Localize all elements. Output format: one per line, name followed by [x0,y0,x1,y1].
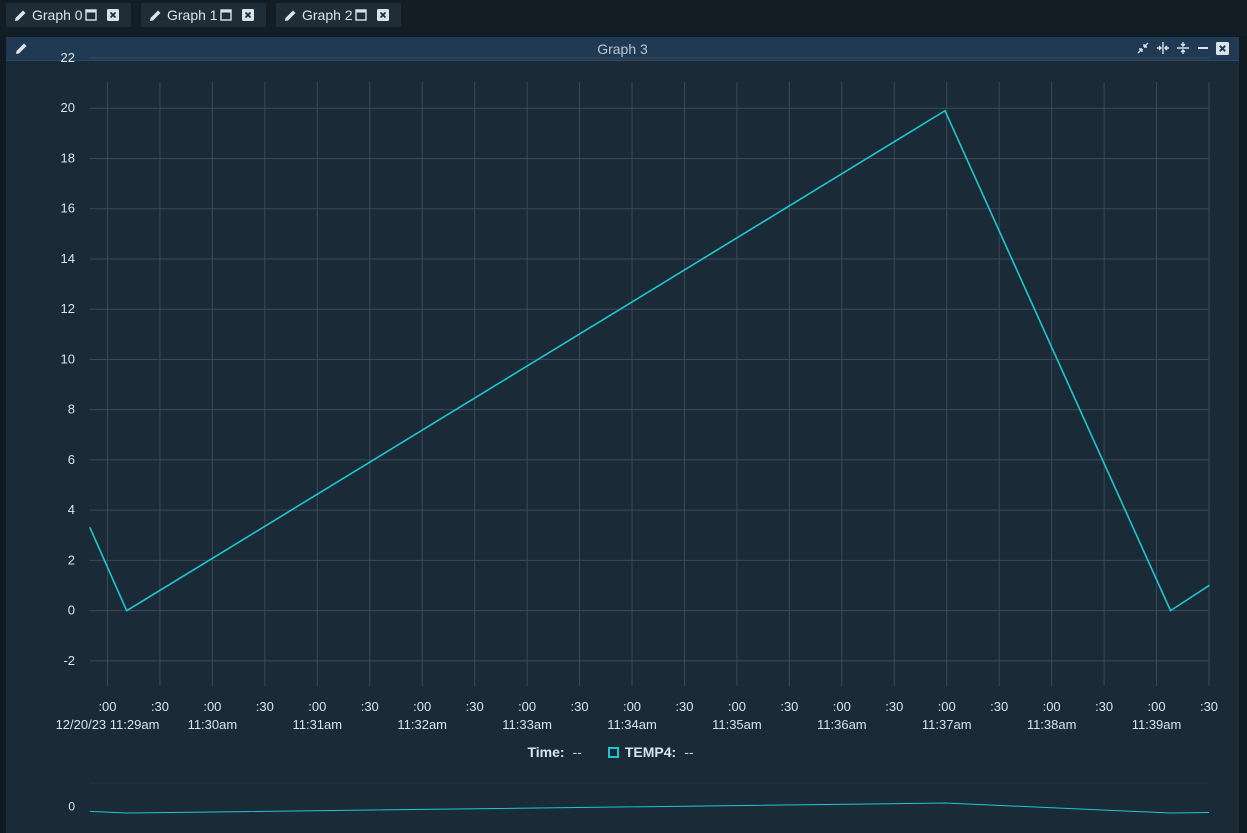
x-tick-label: :30 [1200,699,1218,714]
y-tick-label: 12 [61,301,75,316]
x-tick-label: :30 [1095,699,1113,714]
legend: Time: -- TEMP4: -- [0,744,1247,760]
x-tick-label: :30 [675,699,693,714]
series-line-temp4 [89,109,1210,612]
x-tick-date-label: 11:36am [817,717,867,732]
y-tick-label: 2 [68,552,75,567]
overview-series-line [89,802,1210,814]
grid-lines [90,57,1210,686]
series-lines [89,109,1210,612]
x-tick-label: :00 [308,699,326,714]
x-tick-date-label: 11:37am [922,717,972,732]
x-tick-label: :00 [1043,699,1061,714]
y-tick-label: 14 [61,251,75,266]
overview-y-tick-label: 0 [68,799,75,813]
legend-series-label: TEMP4: [624,744,677,760]
data-point [89,526,91,529]
x-tick-date-label: 11:39am [1132,717,1182,732]
y-tick-label: 4 [68,502,75,517]
y-tick-label: 8 [68,402,75,417]
y-tick-label: 16 [61,201,75,216]
x-tick-label: :00 [203,699,221,714]
overview-chart: 0 [68,782,1210,814]
x-tick-label: :00 [413,699,431,714]
data-point [1208,584,1210,587]
legend-time-value: -- [572,744,582,760]
x-tick-label: :30 [571,699,589,714]
data-point [944,109,946,112]
x-tick-label: :30 [256,699,274,714]
y-tick-label: 6 [68,452,75,467]
legend-time-label: Time: [527,744,565,760]
x-tick-label: :30 [885,699,903,714]
x-tick-label: :30 [466,699,484,714]
x-tick-label: :00 [728,699,746,714]
x-tick-date-label: 11:34am [607,717,657,732]
y-axis-ticks: -2 0 2 4 6 8 10 12 14 16 18 20 22 [61,50,75,668]
x-tick-date-label: 11:31am [292,717,342,732]
x-tick-date-label: 11:35am [712,717,762,732]
data-point [1169,609,1172,612]
data-point [125,609,128,612]
x-tick-date-label: 11:30am [188,717,238,732]
x-tick-label: :00 [623,699,641,714]
x-tick-date-label: 12/20/23 11:29am [56,717,160,732]
x-tick-label: :30 [361,699,379,714]
x-tick-label: :00 [833,699,851,714]
y-tick-label: 20 [61,100,75,115]
x-tick-label: :30 [151,699,169,714]
x-axis-ticks: :00 12/20/23 11:29am :30 :00 11:30am :30 :00 11… [56,699,1218,732]
y-tick-label: -2 [63,653,75,668]
main-chart[interactable]: -2 0 2 4 6 8 10 12 14 16 18 20 22 :00 12/20/23 11:29a… [0,0,1247,833]
y-tick-label: 0 [68,603,75,618]
x-tick-label: :00 [938,699,956,714]
x-tick-label: :00 [98,699,116,714]
x-tick-date-label: 11:38am [1027,717,1077,732]
y-tick-label: 18 [61,150,75,165]
y-tick-label: 22 [61,50,75,65]
x-tick-label: :00 [518,699,536,714]
x-tick-label: :30 [990,699,1008,714]
legend-series-swatch[interactable] [607,746,619,758]
legend-series-value: -- [684,744,694,760]
x-tick-date-label: 11:33am [502,717,552,732]
x-tick-label: :00 [1148,699,1166,714]
x-tick-date-label: 11:32am [397,717,447,732]
y-tick-label: 10 [61,351,75,366]
x-tick-label: :30 [780,699,798,714]
